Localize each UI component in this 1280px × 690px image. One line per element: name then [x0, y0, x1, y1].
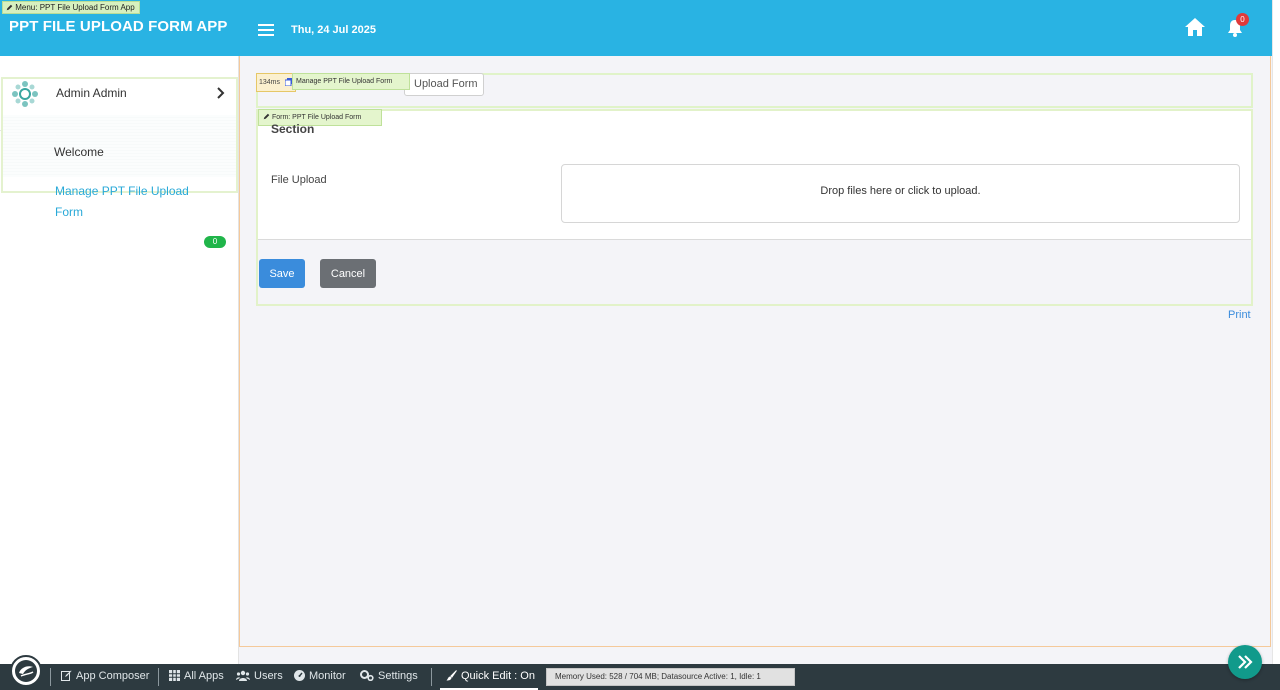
settings-button[interactable]: Settings [360, 670, 418, 682]
double-chevron-right-icon [1238, 655, 1253, 669]
menu-edit-tag[interactable]: Menu: PPT File Upload Form App [2, 1, 140, 14]
sidebar-item-count-badge: 0 [204, 236, 226, 248]
gears-icon [360, 670, 374, 682]
save-button[interactable]: Save [259, 259, 305, 288]
hamburger-menu-icon[interactable] [258, 24, 274, 36]
platform-logo[interactable] [10, 655, 42, 687]
pencil-icon [6, 4, 13, 11]
monitor-button[interactable]: Monitor [294, 670, 346, 682]
section-title: Section [271, 122, 315, 136]
app-composer-button[interactable]: App Composer [61, 670, 149, 682]
notification-badge: 0 [1236, 13, 1249, 26]
pencil-icon [263, 113, 270, 120]
file-upload-label: File Upload [271, 174, 327, 186]
dropzone-text: Drop files here or click to upload. [820, 185, 981, 197]
users-button[interactable]: Users [236, 670, 283, 682]
memory-status: Memory Used: 528 / 704 MB; Datasource Ac… [546, 668, 795, 686]
toolbar-divider [158, 668, 159, 686]
vertical-scrollbar[interactable] [1272, 0, 1280, 664]
quick-edit-toggle[interactable]: Quick Edit : On [446, 670, 535, 682]
breadcrumb-current[interactable]: Upload Form [404, 73, 484, 96]
logo-icon [15, 660, 37, 682]
expand-toggle-button[interactable] [1228, 645, 1262, 679]
header-date: Thu, 24 Jul 2025 [291, 24, 376, 36]
app-title: PPT FILE UPLOAD FORM APP [9, 18, 228, 35]
all-apps-label: All Apps [184, 670, 224, 682]
edit-icon [61, 670, 72, 681]
cancel-button[interactable]: Cancel [320, 259, 376, 288]
form-edit-tag-label: Form: PPT File Upload Form [271, 114, 362, 121]
quick-edit-label: Quick Edit : On [461, 670, 535, 682]
breadcrumb-edit-tag[interactable]: Manage PPT File Upload Form [292, 73, 410, 90]
grid-icon [169, 670, 180, 681]
users-label: Users [254, 670, 283, 682]
sidebar-item-welcome[interactable]: Welcome [54, 145, 104, 159]
brush-icon [446, 670, 457, 681]
monitor-label: Monitor [309, 670, 346, 682]
menu-edit-tag-label: Menu: PPT File Upload Form App [15, 3, 135, 12]
gauge-icon [294, 670, 305, 681]
nav-active-highlight [3, 115, 236, 177]
sidebar-item-manage-ppt-upload[interactable]: Manage PPT File Upload Form [55, 181, 205, 223]
users-icon [236, 670, 250, 681]
home-icon[interactable] [1184, 17, 1206, 37]
toolbar-divider [431, 668, 432, 686]
print-link[interactable]: Print [1228, 309, 1251, 321]
toolbar-divider [50, 668, 51, 686]
all-apps-button[interactable]: All Apps [169, 670, 224, 682]
file-dropzone[interactable]: Drop files here or click to upload. [561, 164, 1240, 223]
settings-label: Settings [378, 670, 418, 682]
app-composer-label: App Composer [76, 670, 150, 682]
